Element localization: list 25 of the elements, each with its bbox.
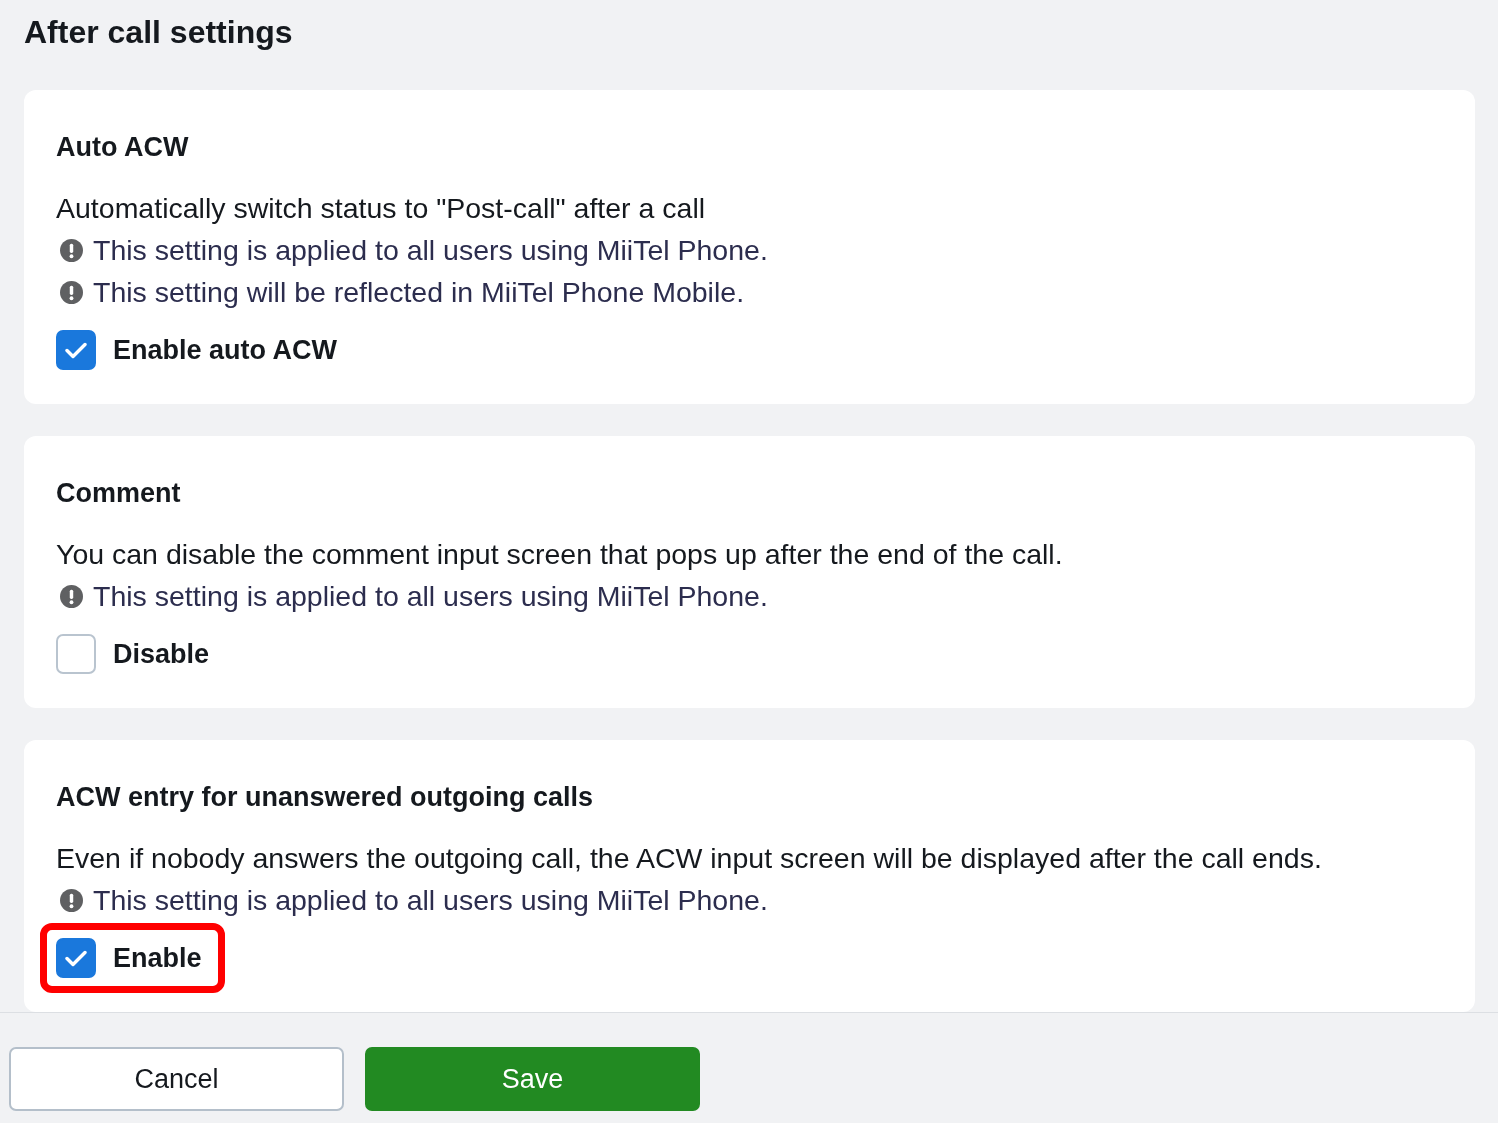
checkbox[interactable] bbox=[56, 938, 96, 978]
note-text: This setting will be reflected in MiiTel Phone Mobile. bbox=[93, 275, 745, 310]
exclamation-icon bbox=[60, 888, 83, 912]
section-title: Comment bbox=[56, 477, 182, 510]
checkmark-icon bbox=[65, 949, 87, 967]
checkmark-icon bbox=[65, 341, 87, 359]
checkbox-label[interactable]: Enable auto ACW bbox=[113, 325, 337, 375]
section-title: Auto ACW bbox=[56, 131, 190, 164]
exclamation-icon bbox=[60, 238, 83, 262]
section-title: ACW entry for unanswered outgoing calls bbox=[56, 781, 595, 814]
checkbox[interactable] bbox=[56, 330, 96, 370]
checkbox[interactable] bbox=[56, 634, 96, 674]
note-text: This setting is applied to all users using MiiTel Phone. bbox=[93, 883, 768, 918]
section-description: Even if nobody answers the outgoing call, the ACW input screen will be displayed after the call ends. bbox=[56, 841, 1323, 876]
cancel-button[interactable]: Cancel bbox=[9, 1047, 344, 1111]
save-button[interactable]: Save bbox=[365, 1047, 700, 1111]
page-title: After call settings bbox=[24, 13, 293, 52]
checkbox-label[interactable]: Disable bbox=[113, 629, 210, 679]
note-text: This setting is applied to all users using MiiTel Phone. bbox=[93, 579, 768, 614]
exclamation-icon bbox=[60, 280, 83, 304]
exclamation-icon bbox=[60, 584, 83, 608]
section-description: Automatically switch status to "Post-call" after a call bbox=[56, 191, 707, 226]
section-description: You can disable the comment input screen that pops up after the end of the call. bbox=[56, 537, 1064, 572]
note-text: This setting is applied to all users using MiiTel Phone. bbox=[93, 233, 768, 268]
checkbox-label[interactable]: Enable bbox=[113, 933, 202, 983]
